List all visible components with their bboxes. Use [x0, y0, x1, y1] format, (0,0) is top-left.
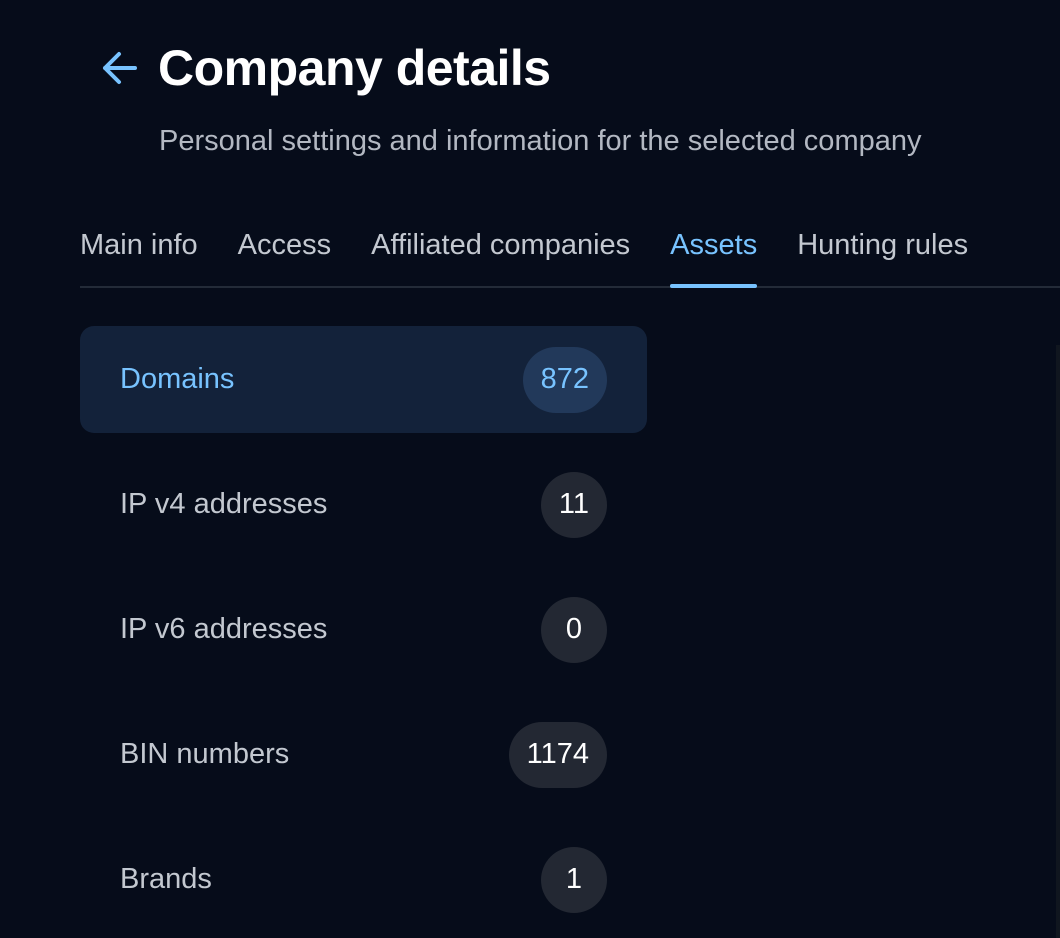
- asset-item-domains[interactable]: Domains 872: [80, 326, 647, 433]
- asset-item-brands[interactable]: Brands 1: [80, 826, 647, 933]
- count-badge: 1: [541, 846, 607, 913]
- asset-item-label: BIN numbers: [120, 738, 290, 770]
- count-badge: 0: [541, 596, 607, 663]
- asset-item-bin-numbers[interactable]: BIN numbers 1174: [80, 701, 647, 808]
- page-title: Company details: [158, 40, 551, 96]
- tab-hunting-rules[interactable]: Hunting rules: [797, 210, 968, 286]
- asset-item-label: Domains: [120, 363, 235, 395]
- count-badge: 11: [540, 471, 607, 538]
- asset-item-ipv4-addresses[interactable]: IP v4 addresses 11: [80, 451, 647, 558]
- company-details-page: Company details Personal settings and in…: [0, 0, 1060, 938]
- asset-item-ipv6-addresses[interactable]: IP v6 addresses 0: [80, 576, 647, 683]
- asset-item-label: Brands: [120, 863, 212, 895]
- asset-item-label: IP v4 addresses: [120, 488, 328, 520]
- arrow-left-icon: [103, 52, 137, 84]
- count-badge: 872: [522, 346, 607, 413]
- tab-main-info[interactable]: Main info: [80, 210, 198, 286]
- asset-category-list: Domains 872 IP v4 addresses 11 IP v6 add…: [80, 326, 647, 938]
- asset-item-label: IP v6 addresses: [120, 613, 328, 645]
- content-panel-edge: [1056, 345, 1060, 938]
- tab-assets[interactable]: Assets: [670, 210, 758, 288]
- tab-access[interactable]: Access: [238, 210, 331, 286]
- count-badge: 1174: [508, 721, 607, 788]
- page-subtitle: Personal settings and information for th…: [159, 125, 922, 157]
- tab-bar: Main info Access Affiliated companies As…: [80, 210, 1060, 288]
- back-button[interactable]: [100, 48, 140, 88]
- tab-affiliated-companies[interactable]: Affiliated companies: [371, 210, 630, 286]
- page-header: Company details: [100, 36, 551, 100]
